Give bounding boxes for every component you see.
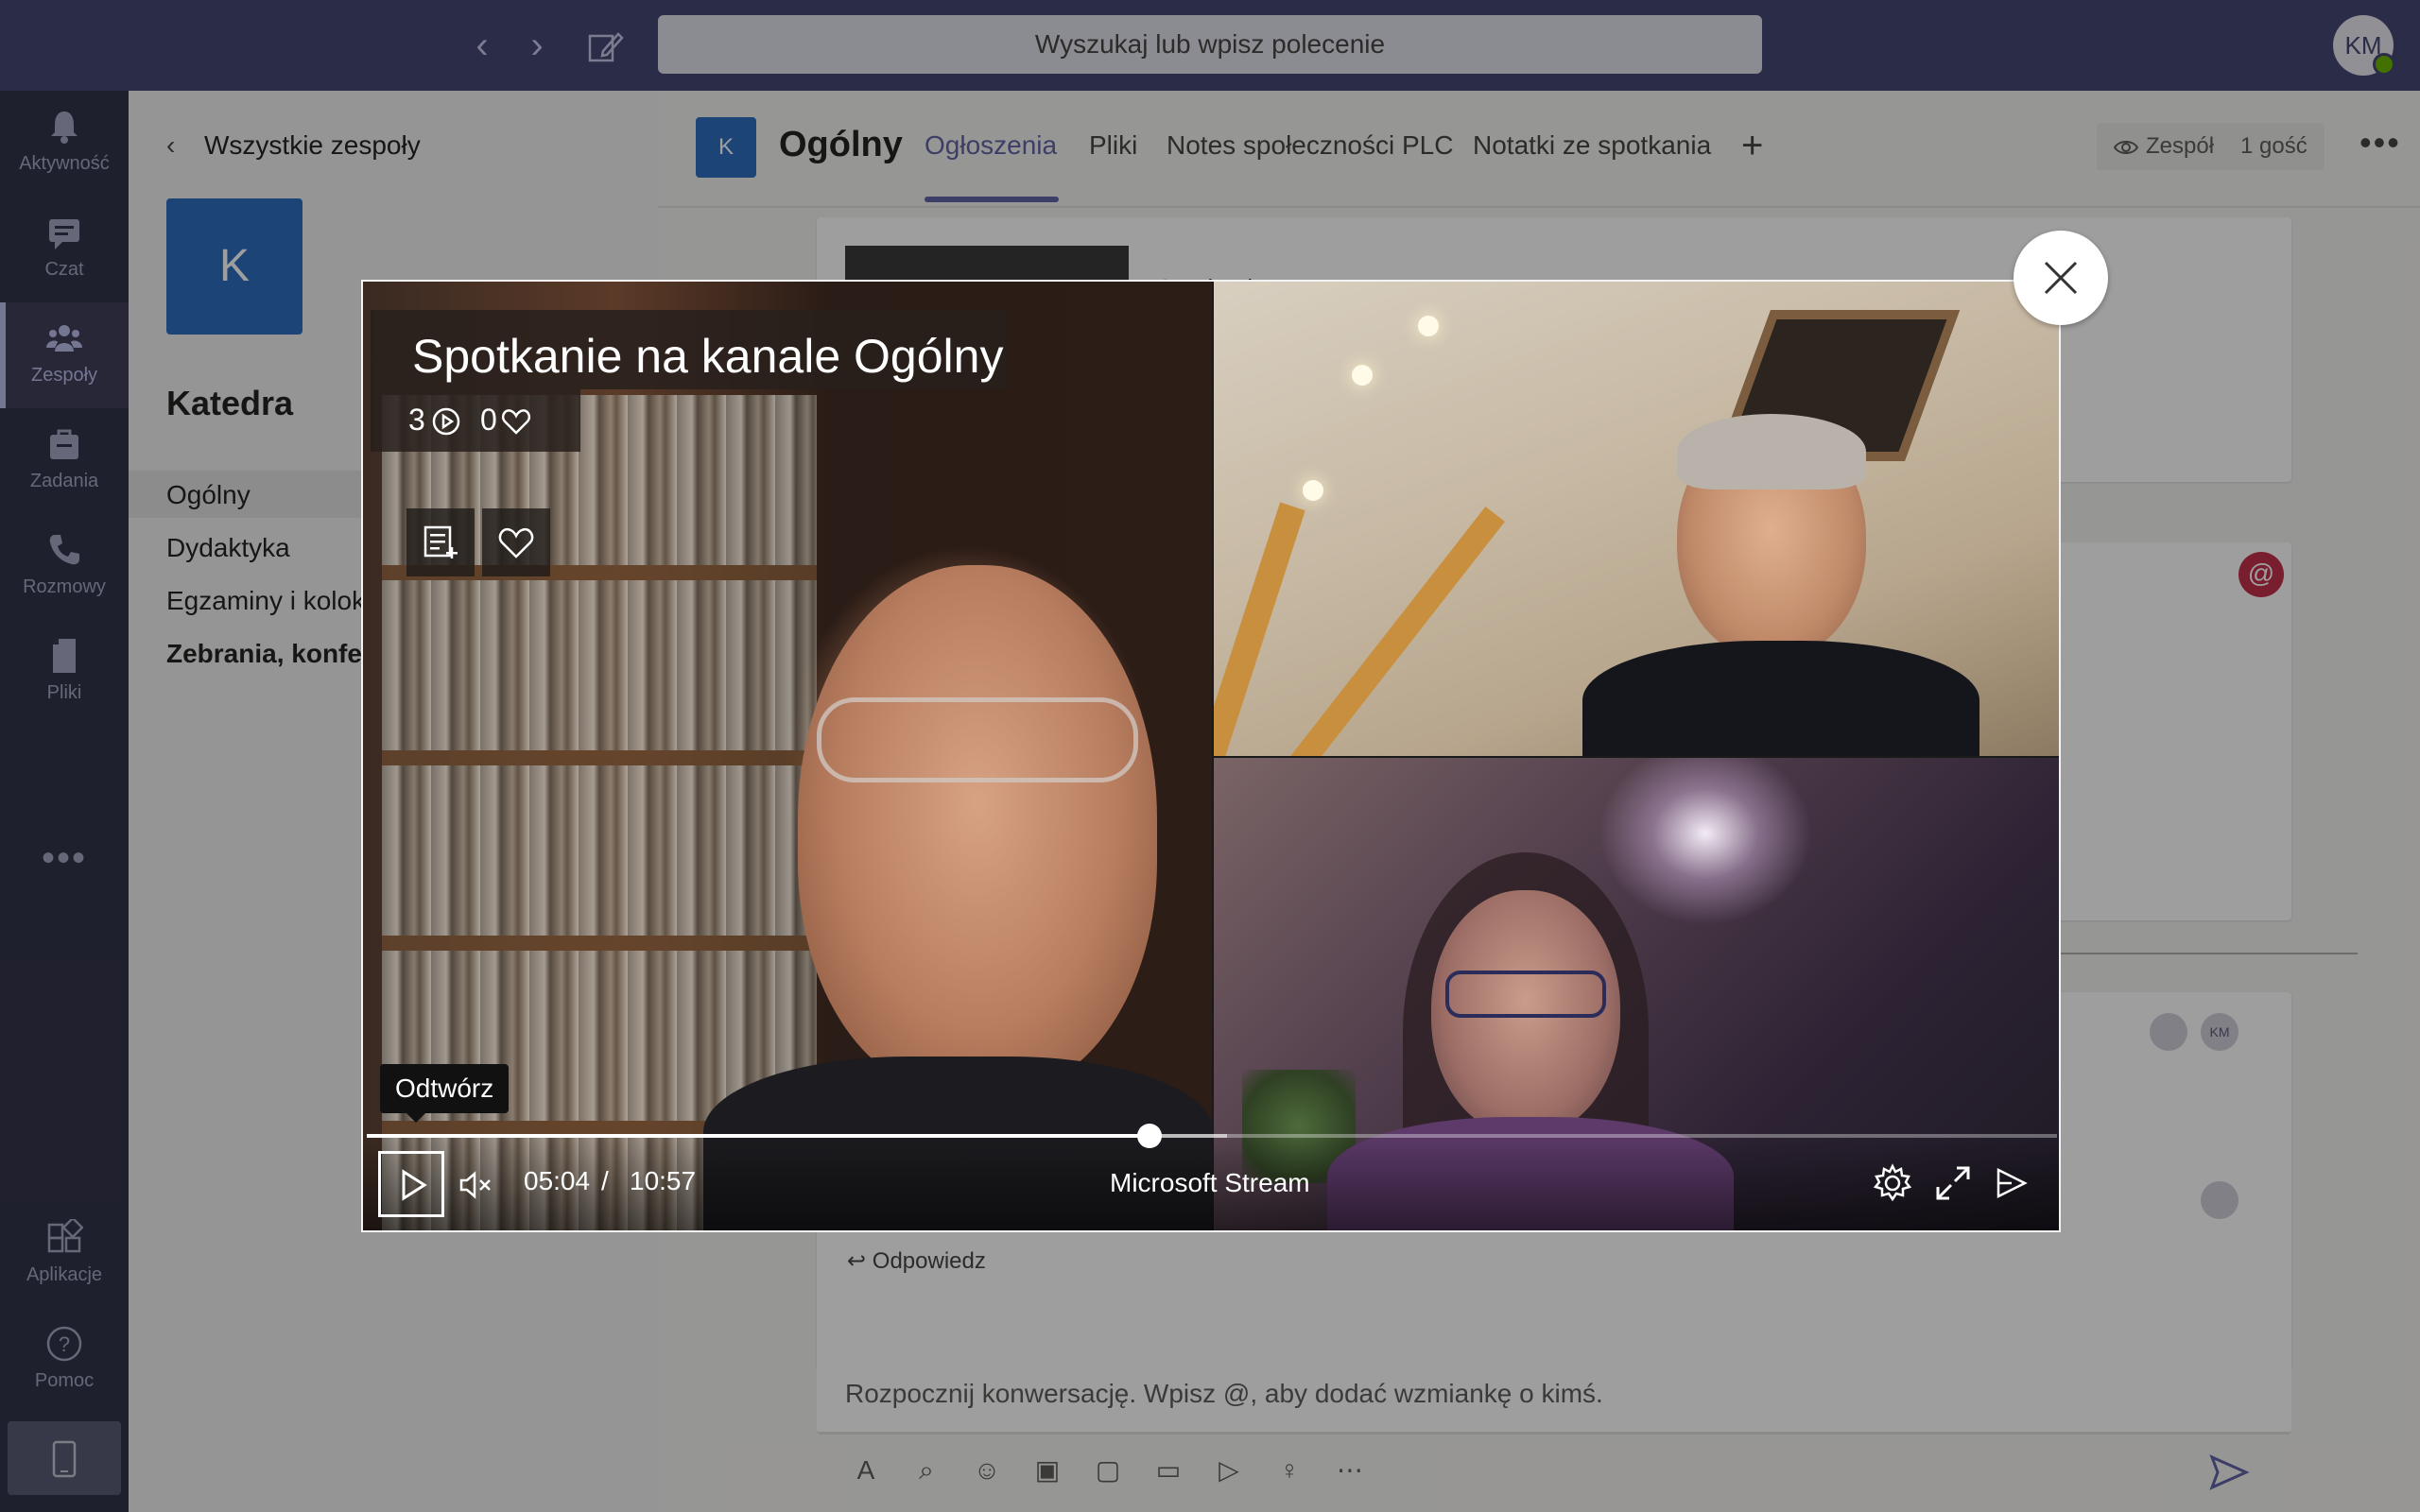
stream-logo-icon[interactable] bbox=[1991, 1162, 2032, 1204]
play-icon bbox=[402, 1169, 427, 1201]
glasses bbox=[1445, 971, 1606, 1018]
close-icon bbox=[2044, 261, 2078, 295]
participant-hair bbox=[1677, 414, 1866, 490]
like-button[interactable] bbox=[482, 508, 550, 576]
playlist-add-icon bbox=[424, 525, 458, 558]
video-title: Spotkanie na kanale Ogólny bbox=[412, 330, 1004, 383]
video-title-box: Spotkanie na kanale Ogólny bbox=[371, 310, 1008, 389]
glasses bbox=[817, 697, 1138, 782]
participant-body bbox=[1582, 641, 1979, 756]
ceiling-lamp bbox=[1303, 480, 1323, 501]
stream-brand: Microsoft Stream bbox=[1110, 1168, 1310, 1197]
heart-icon bbox=[501, 409, 531, 435]
participant-video-top-right bbox=[1214, 282, 2059, 756]
video-player[interactable]: Spotkanie na kanale Ogólny 3 0 Odtwórz 0… bbox=[361, 280, 2061, 1232]
current-time: 05:04 bbox=[524, 1166, 591, 1195]
duration: 10:57 bbox=[630, 1166, 697, 1195]
ceiling-lamp bbox=[1352, 365, 1373, 386]
time-separator: / bbox=[601, 1166, 609, 1195]
likes-count: 0 bbox=[480, 403, 497, 437]
views-play-icon bbox=[432, 407, 460, 436]
add-to-playlist-button[interactable] bbox=[406, 508, 475, 576]
video-stats: 3 0 bbox=[371, 389, 580, 452]
progress-played bbox=[367, 1134, 1150, 1138]
wooden-beam bbox=[1288, 507, 1505, 756]
progress-thumb[interactable] bbox=[1136, 1124, 1162, 1148]
play-tooltip: Odtwórz bbox=[380, 1064, 510, 1123]
participant-face bbox=[798, 565, 1157, 1094]
close-button[interactable] bbox=[2014, 231, 2108, 325]
ceiling-lamp bbox=[1418, 316, 1439, 336]
wooden-beam bbox=[1214, 502, 1305, 756]
heart-icon bbox=[498, 527, 534, 558]
settings-gear-icon[interactable] bbox=[1872, 1162, 1913, 1204]
mute-icon[interactable] bbox=[458, 1166, 495, 1204]
play-button[interactable] bbox=[378, 1151, 444, 1217]
views-count: 3 bbox=[408, 403, 425, 437]
fullscreen-icon[interactable] bbox=[1932, 1162, 1974, 1204]
progress-bar[interactable] bbox=[367, 1124, 2057, 1148]
